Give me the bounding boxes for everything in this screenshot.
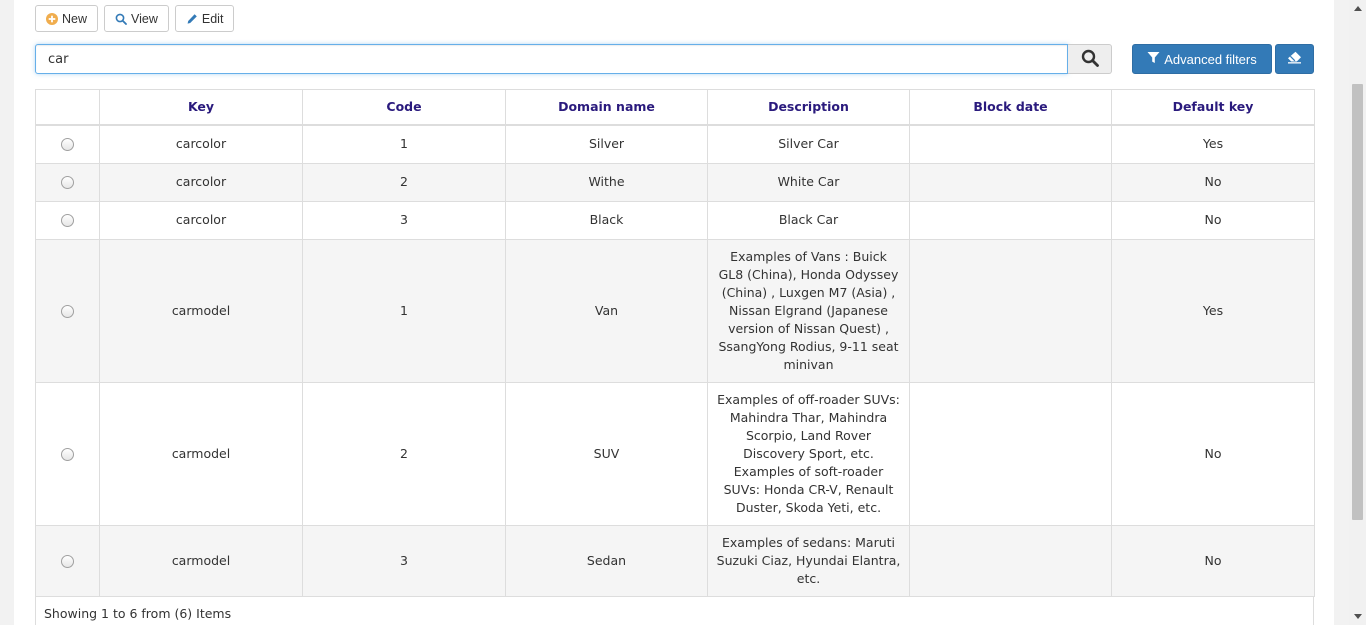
cell-domain-name: Van — [505, 238, 708, 383]
cell-domain-name: Silver — [505, 124, 708, 164]
cell-code: 2 — [302, 381, 506, 526]
table-row[interactable]: carcolor 3 Black Black Car No — [35, 200, 1315, 240]
cell-default-key: Yes — [1111, 124, 1315, 164]
main-panel: New View Edit Advanced filters — [14, 0, 1334, 625]
cell-description: Silver Car — [707, 124, 910, 164]
row-radio[interactable] — [61, 304, 74, 318]
cell-default-key: No — [1111, 200, 1315, 240]
toolbar: New View Edit — [35, 5, 235, 32]
scroll-down-arrow-icon[interactable] — [1349, 608, 1366, 625]
cell-domain-name: SUV — [505, 381, 708, 526]
data-table: Key Code Domain name Description Block d… — [35, 89, 1315, 597]
row-radio[interactable] — [61, 138, 74, 152]
view-button[interactable]: View — [104, 5, 169, 32]
advanced-filters-label: Advanced filters — [1164, 51, 1257, 67]
scroll-up-arrow-icon[interactable] — [1349, 0, 1366, 17]
pagination-summary: Showing 1 to 6 from (6) Items — [44, 606, 232, 621]
column-header-default-key[interactable]: Default key — [1111, 89, 1315, 126]
cell-code: 3 — [302, 200, 506, 240]
table-row[interactable]: carmodel 2 SUV Examples of off-roader SU… — [35, 381, 1315, 526]
eraser-icon — [1287, 51, 1302, 67]
column-header-select — [35, 89, 100, 126]
column-header-domain-name[interactable]: Domain name — [505, 89, 708, 126]
cell-description: Examples of off-roader SUVs: Mahindra Th… — [707, 381, 910, 526]
search-icon — [1081, 49, 1099, 70]
cell-description: White Car — [707, 162, 910, 202]
cell-block-date — [909, 381, 1112, 526]
column-header-key[interactable]: Key — [99, 89, 303, 126]
cell-domain-name: Black — [505, 200, 708, 240]
cell-code: 1 — [302, 124, 506, 164]
table-row[interactable]: carmodel 3 Sedan Examples of sedans: Mar… — [35, 524, 1315, 597]
vertical-scrollbar[interactable] — [1349, 0, 1366, 625]
column-header-code[interactable]: Code — [302, 89, 506, 126]
clear-filters-button[interactable] — [1275, 44, 1314, 74]
cell-key: carcolor — [99, 124, 303, 164]
filter-icon — [1147, 51, 1160, 67]
search-input[interactable] — [35, 44, 1068, 74]
row-radio[interactable] — [61, 176, 74, 189]
row-select-cell — [35, 200, 100, 240]
cell-description: Examples of sedans: Maruti Suzuki Ciaz, … — [707, 524, 910, 597]
cell-code: 1 — [302, 238, 506, 383]
table-row[interactable]: carmodel 1 Van Examples of Vans : Buick … — [35, 238, 1315, 383]
row-select-cell — [35, 238, 100, 383]
plus-circle-icon — [46, 12, 58, 25]
row-select-cell — [35, 381, 100, 526]
row-select-cell — [35, 124, 100, 164]
cell-block-date — [909, 200, 1112, 240]
cell-block-date — [909, 238, 1112, 383]
new-button[interactable]: New — [35, 5, 99, 32]
cell-default-key: Yes — [1111, 238, 1315, 383]
cell-default-key: No — [1111, 162, 1315, 202]
search-button[interactable] — [1068, 44, 1112, 74]
row-select-cell — [35, 162, 100, 202]
row-radio[interactable] — [61, 214, 74, 227]
cell-key: carcolor — [99, 200, 303, 240]
cell-block-date — [909, 524, 1112, 597]
cell-key: carcolor — [99, 162, 303, 202]
advanced-filters-button[interactable]: Advanced filters — [1132, 44, 1272, 74]
table-row[interactable]: carcolor 1 Silver Silver Car Yes — [35, 124, 1315, 164]
column-header-block-date[interactable]: Block date — [909, 89, 1112, 126]
cell-key: carmodel — [99, 238, 303, 383]
edit-button[interactable]: Edit — [174, 5, 235, 32]
search-bar: Advanced filters — [35, 44, 1314, 74]
cell-key: carmodel — [99, 524, 303, 597]
table-header-row: Key Code Domain name Description Block d… — [35, 89, 1315, 126]
row-select-cell — [35, 524, 100, 597]
cell-key: carmodel — [99, 381, 303, 526]
cell-domain-name: Sedan — [505, 524, 708, 597]
cell-default-key: No — [1111, 381, 1315, 526]
cell-code: 3 — [302, 524, 506, 597]
cell-description: Examples of Vans : Buick GL8 (China), Ho… — [707, 238, 910, 383]
search-icon — [115, 13, 127, 25]
pencil-icon — [186, 13, 198, 25]
scrollbar-thumb[interactable] — [1352, 84, 1363, 520]
table-row[interactable]: carcolor 2 Withe White Car No — [35, 162, 1315, 202]
table-footer: Showing 1 to 6 from (6) Items — [35, 597, 1314, 625]
cell-block-date — [909, 162, 1112, 202]
cell-domain-name: Withe — [505, 162, 708, 202]
edit-button-label: Edit — [201, 11, 224, 26]
new-button-label: New — [62, 11, 88, 26]
cell-block-date — [909, 124, 1112, 164]
row-radio[interactable] — [61, 554, 74, 568]
row-radio[interactable] — [61, 447, 74, 461]
column-header-description[interactable]: Description — [707, 89, 910, 126]
cell-default-key: No — [1111, 524, 1315, 597]
cell-description: Black Car — [707, 200, 910, 240]
cell-code: 2 — [302, 162, 506, 202]
view-button-label: View — [131, 11, 158, 26]
